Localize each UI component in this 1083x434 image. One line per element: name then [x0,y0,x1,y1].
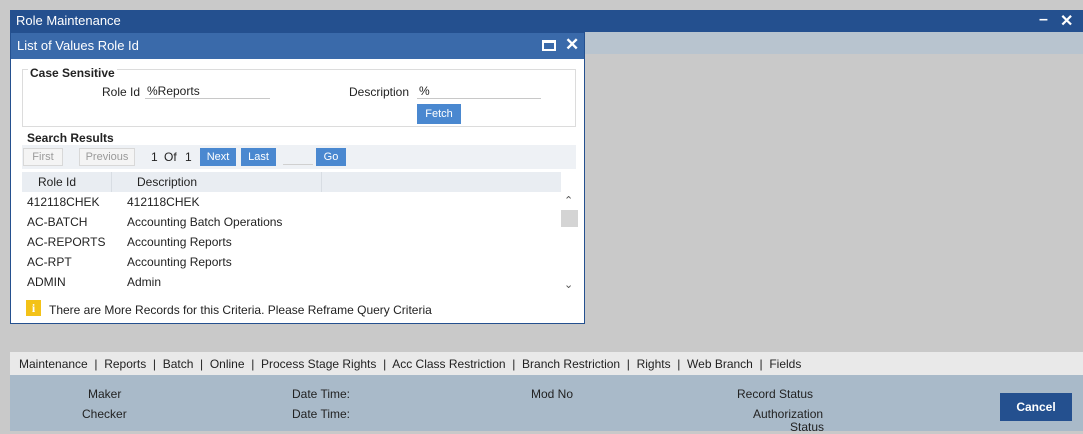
warning-message: There are More Records for this Criteria… [49,303,432,317]
authorization-status-label: Authorization [753,407,824,421]
checker-label: Checker [82,407,127,421]
cell-description: 412118CHEK [127,195,200,209]
minimize-icon[interactable]: – [1039,11,1048,29]
tab-reports[interactable]: Reports [104,357,146,371]
table-row[interactable]: AC-BATCH Accounting Batch Operations [22,212,561,232]
page-total: 1 [185,150,192,164]
cell-role-id: ADMIN [27,275,66,289]
column-header-role-id[interactable]: Role Id [38,175,76,189]
cancel-button[interactable]: Cancel [1000,393,1072,421]
results-scrollbar[interactable]: ⌃ ⌄ [561,192,578,294]
close-icon[interactable]: ✕ [1060,11,1073,31]
table-row[interactable]: AC-REPORTS Accounting Reports [22,232,561,252]
tab-branch-restriction[interactable]: Branch Restriction [522,357,620,371]
tab-maintenance[interactable]: Maintenance [19,357,88,371]
tab-rights[interactable]: Rights [637,357,671,371]
page-current: 1 [151,150,158,164]
tab-separator: | [94,357,98,371]
results-table-header: Role Id Description [22,172,561,192]
cell-description: Accounting Reports [127,235,232,249]
search-results-label: Search Results [27,131,114,145]
tab-process-stage-rights[interactable]: Process Stage Rights [261,357,376,371]
audit-footer: Maker Checker Date Time: Date Time: Mod … [10,375,1083,434]
page-number-input[interactable] [283,149,313,165]
previous-button[interactable]: Previous [79,148,135,166]
tab-separator: | [200,357,204,371]
cell-role-id: AC-REPORTS [27,235,106,249]
tab-web-branch[interactable]: Web Branch [687,357,753,371]
header-strip [585,32,1083,54]
fetch-button[interactable]: Fetch [417,104,461,124]
column-header-description[interactable]: Description [137,175,197,189]
cell-role-id: AC-RPT [27,255,72,269]
record-status-label: Record Status [737,387,814,401]
tab-separator: | [512,357,516,371]
mod-no-label: Mod No [531,387,574,401]
role-id-label: Role Id [102,85,141,99]
last-button[interactable]: Last [241,148,276,166]
tab-fields[interactable]: Fields [769,357,801,371]
tab-separator: | [251,357,255,371]
window-title: Role Maintenance [16,13,121,28]
authorization-status-label-line2: Status [790,420,825,434]
table-row[interactable]: 412118CHEK 412118CHEK [22,192,561,212]
cell-description: Accounting Batch Operations [127,215,283,229]
maker-date-time-label: Date Time: [292,387,351,401]
cell-description: Admin [127,275,162,289]
lov-title: List of Values Role Id [17,38,139,53]
page-of: Of [164,150,177,164]
description-input[interactable] [417,83,541,99]
checker-date-time-label: Date Time: [292,407,351,421]
table-row[interactable]: AC-RPT Accounting Reports [22,252,561,272]
scroll-thumb[interactable] [561,210,578,227]
maximize-icon[interactable] [542,40,556,51]
tab-acc-class-restriction[interactable]: Acc Class Restriction [392,357,505,371]
info-warning-icon: i [26,300,41,316]
function-tab-bar: Maintenance | Reports | Batch | Online |… [10,352,1083,375]
lov-dialog: List of Values Role Id ✕ Case Sensitive … [10,32,585,324]
lov-close-icon[interactable]: ✕ [565,35,579,55]
tab-separator: | [759,357,763,371]
column-divider [321,172,322,192]
tab-batch[interactable]: Batch [163,357,194,371]
tab-separator: | [677,357,681,371]
tab-separator: | [626,357,630,371]
cell-description: Accounting Reports [127,255,232,269]
tab-online[interactable]: Online [210,357,245,371]
role-id-input[interactable] [145,83,270,99]
column-divider [111,172,112,192]
tab-separator: | [152,357,157,371]
table-row[interactable]: ADMIN Admin [22,272,561,292]
scroll-up-icon[interactable]: ⌃ [564,194,573,207]
cell-role-id: AC-BATCH [27,215,88,229]
tab-list: Maintenance | Reports | Batch | Online |… [19,357,801,371]
maker-label: Maker [88,387,122,401]
description-label: Description [349,85,410,99]
go-button[interactable]: Go [316,148,346,166]
scroll-down-icon[interactable]: ⌄ [564,278,573,291]
first-button[interactable]: First [23,148,63,166]
lov-title-bar: List of Values Role Id ✕ [11,33,584,59]
tab-separator: | [383,357,387,371]
next-button[interactable]: Next [200,148,236,166]
window-title-bar: Role Maintenance – ✕ [10,10,1083,32]
case-sensitive-legend: Case Sensitive [28,66,117,80]
cell-role-id: 412118CHEK [27,195,100,209]
